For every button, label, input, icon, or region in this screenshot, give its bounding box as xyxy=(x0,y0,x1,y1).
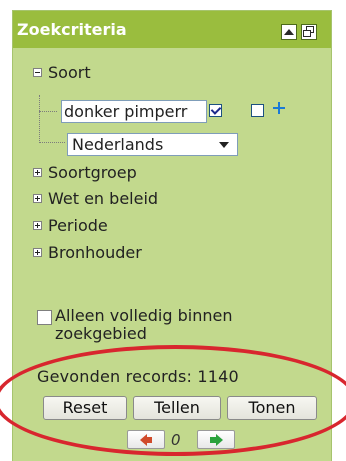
search-criteria-panel: Zoekcriteria Soort donker pimperr Nederl… xyxy=(12,10,332,461)
species-checkbox-unchecked[interactable] xyxy=(251,104,264,117)
tree-item-wet-en-beleid[interactable]: Wet en beleid xyxy=(33,187,158,209)
collapse-up-icon[interactable] xyxy=(281,24,297,40)
language-select[interactable]: Nederlands xyxy=(67,133,238,156)
pager-count: 0 xyxy=(171,431,181,449)
tree-connector xyxy=(39,142,65,143)
tree-connector xyxy=(39,95,40,143)
show-button[interactable]: Tonen xyxy=(227,396,317,420)
language-select-value: Nederlands xyxy=(72,135,164,154)
reset-button[interactable]: Reset xyxy=(43,396,127,420)
records-found: Gevonden records: 1140 xyxy=(37,367,239,386)
arrow-left-icon xyxy=(140,434,152,446)
tree-item-label: Bronhouder xyxy=(48,242,142,262)
panel-header: Zoekcriteria xyxy=(13,11,331,48)
tree-connector xyxy=(39,111,57,112)
tree-item-label: Wet en beleid xyxy=(48,188,159,208)
tree-item-bronhouder[interactable]: Bronhouder xyxy=(33,241,142,263)
next-page-button[interactable] xyxy=(197,430,235,449)
tree-item-label: Soortgroep xyxy=(48,162,137,182)
expand-plus-icon[interactable] xyxy=(33,167,42,177)
restore-window-icon[interactable] xyxy=(301,24,317,40)
tree-item-label: Periode xyxy=(48,215,108,235)
expand-plus-icon[interactable] xyxy=(33,220,42,230)
chevron-down-icon[interactable] xyxy=(219,142,229,148)
full-area-label: Alleen volledig binnen zoekgebied xyxy=(55,306,233,343)
plus-icon[interactable] xyxy=(273,102,285,114)
records-count: 1140 xyxy=(197,367,239,386)
species-name-input[interactable]: donker pimperr xyxy=(61,100,207,123)
full-area-option[interactable]: Alleen volledig binnen zoekgebied xyxy=(37,307,307,343)
previous-page-button[interactable] xyxy=(127,430,165,449)
tree-item-soortgroep[interactable]: Soortgroep xyxy=(33,161,137,183)
tree-item-soort[interactable]: Soort xyxy=(33,61,91,83)
tree-item-label: Soort xyxy=(48,62,91,82)
expand-plus-icon[interactable] xyxy=(33,247,42,257)
species-checkbox-checked[interactable] xyxy=(209,104,222,117)
panel-title: Zoekcriteria xyxy=(17,20,127,39)
collapse-minus-icon[interactable] xyxy=(33,67,42,77)
count-button[interactable]: Tellen xyxy=(133,396,221,420)
tree-item-periode[interactable]: Periode xyxy=(33,214,108,236)
full-area-checkbox[interactable] xyxy=(37,310,52,325)
expand-plus-icon[interactable] xyxy=(33,193,42,203)
arrow-right-icon xyxy=(210,434,223,446)
records-label: Gevonden records: xyxy=(37,367,193,386)
